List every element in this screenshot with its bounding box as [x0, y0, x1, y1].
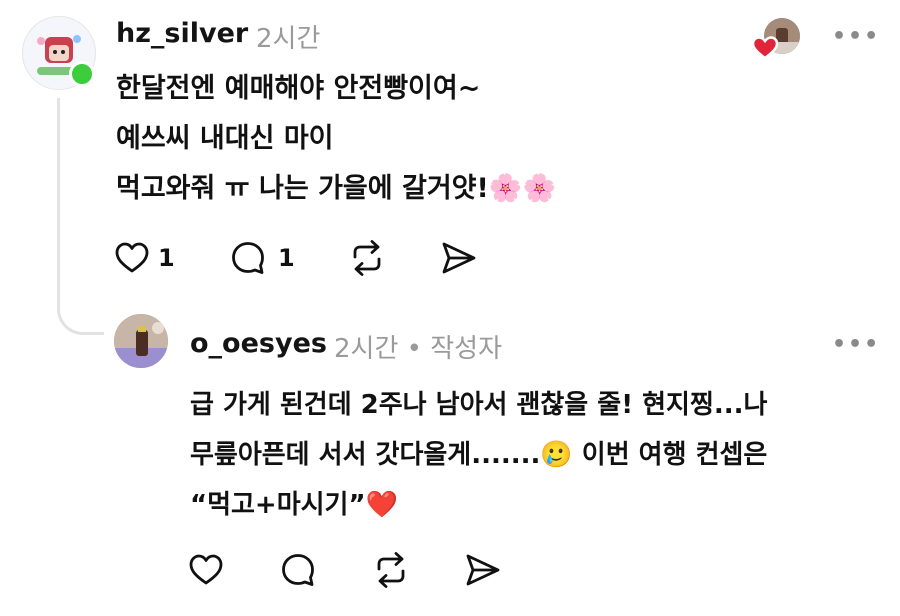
reply-repost-icon[interactable] [372, 552, 410, 588]
heart-badge-icon [751, 36, 779, 64]
replier-username[interactable]: o_oesyes [190, 328, 327, 359]
reply-more-icon[interactable]: ••• [832, 332, 880, 357]
reply-count: 1 [278, 244, 295, 272]
like-heart-icon[interactable] [114, 240, 150, 276]
commenter-username[interactable]: hz_silver [116, 18, 248, 49]
reply-line: 급 가게 된건데 2주나 남아서 괜찮을 줄! 현지찡...나 [190, 390, 768, 420]
comment-line: 먹고와줘 ㅠ 나는 가을에 갈거얏!🌸🌸 [116, 173, 557, 204]
comment-body: 한달전엔 예매해야 안전빵이여~ 예쓰씨 내대신 마이 먹고와줘 ㅠ 나는 가을… [116, 64, 556, 214]
like-count: 1 [158, 244, 175, 272]
reply-like-heart-icon[interactable] [188, 552, 224, 588]
replier-avatar[interactable] [114, 314, 168, 368]
thread-curve [57, 296, 104, 335]
comment-more-icon[interactable]: ••• [832, 24, 880, 49]
thread-line [57, 98, 60, 312]
comment-line: 한달전엔 예매해야 안전빵이여~ [116, 73, 481, 104]
online-status-dot [69, 61, 95, 87]
replier-photo [114, 314, 168, 368]
reply-send-icon[interactable] [464, 552, 502, 588]
reply-comment-bubble-icon[interactable] [280, 552, 316, 588]
repost-icon[interactable] [348, 240, 386, 276]
send-icon[interactable] [440, 240, 478, 276]
comment-timestamp: 2시간 [256, 24, 321, 54]
comment-bubble-icon[interactable] [230, 240, 266, 276]
reply-meta: 2시간 • 작성자 [334, 334, 503, 364]
reply-body: 급 가게 된건데 2주나 남아서 괜찮을 줄! 현지찡...나 무릎아픈데 서서… [190, 380, 767, 530]
reply-line: “먹고+마시기”❤️ [190, 490, 398, 520]
comment-line: 예쓰씨 내대신 마이 [116, 123, 334, 154]
reply-line: 무릎아픈데 서서 갓다올게.......🥲 이번 여행 컨셉은 [190, 440, 768, 470]
